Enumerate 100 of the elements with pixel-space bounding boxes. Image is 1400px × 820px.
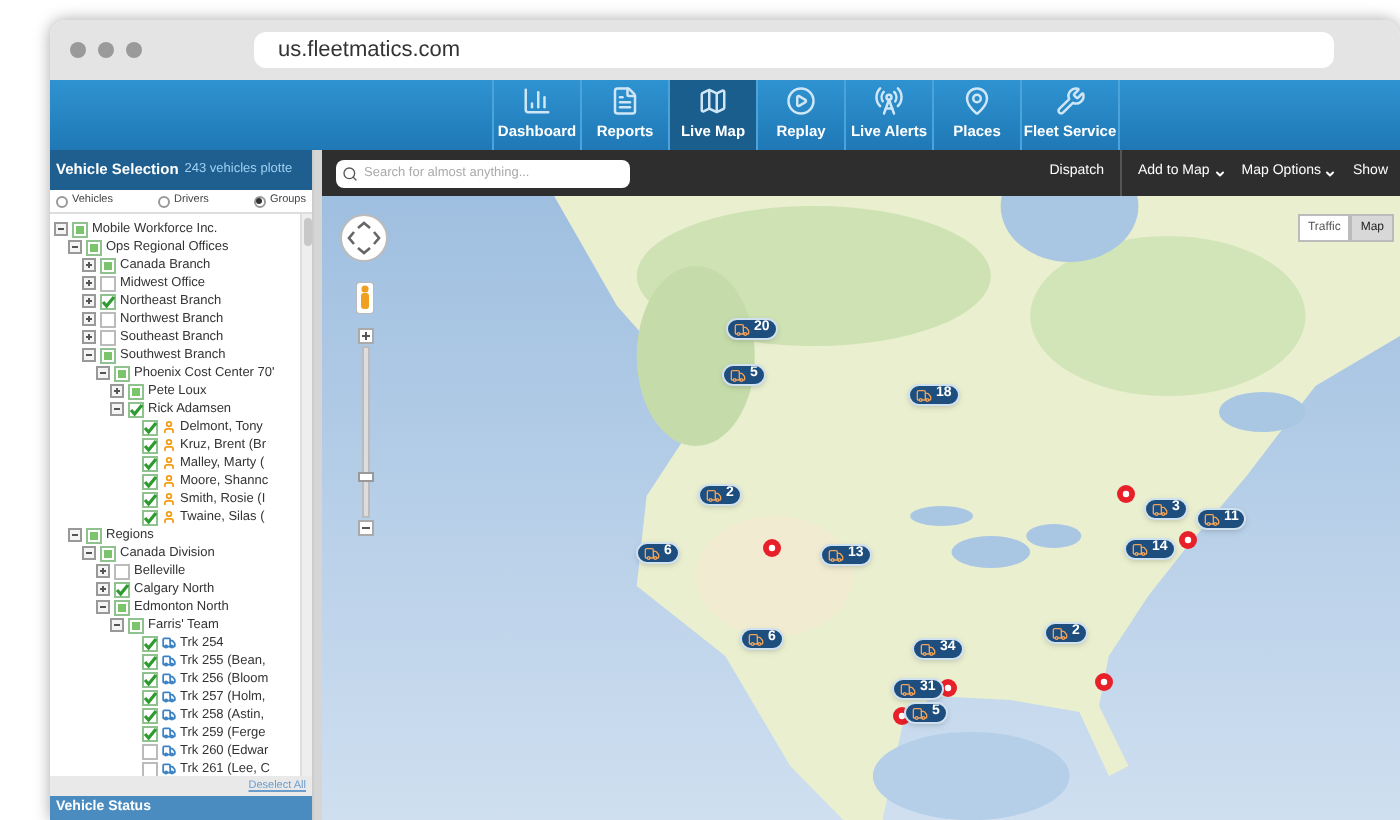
expand-toggle[interactable] <box>96 366 110 380</box>
truck-icon <box>162 672 176 686</box>
checkbox[interactable] <box>100 329 116 345</box>
scrollbar[interactable] <box>300 214 312 776</box>
expand-toggle[interactable] <box>68 240 82 254</box>
person-icon <box>162 438 176 452</box>
truck-icon <box>920 641 936 657</box>
checkbox[interactable] <box>114 581 130 597</box>
truck-icon <box>1204 511 1220 527</box>
wrench-icon <box>1055 86 1085 117</box>
expand-toggle[interactable] <box>110 384 124 398</box>
checkbox[interactable] <box>128 617 144 633</box>
truck-icon <box>1132 541 1148 557</box>
expand-toggle[interactable] <box>82 312 96 326</box>
zoom-slider[interactable] <box>362 346 370 518</box>
checkbox[interactable] <box>86 239 102 255</box>
checkbox[interactable] <box>142 635 158 651</box>
person-icon <box>162 420 176 434</box>
zoom-in-button[interactable] <box>358 328 374 344</box>
expand-toggle[interactable] <box>96 564 110 578</box>
location-marker[interactable] <box>762 538 782 558</box>
expand-toggle[interactable] <box>82 546 96 560</box>
checkbox[interactable] <box>142 455 158 471</box>
expand-toggle[interactable] <box>82 294 96 308</box>
slider-thumb[interactable] <box>358 472 374 483</box>
caret-icon <box>1213 167 1226 179</box>
truck-icon <box>162 726 176 740</box>
checkbox[interactable] <box>100 545 116 561</box>
checkbox[interactable] <box>114 365 130 381</box>
truck-icon <box>162 762 176 776</box>
checkbox[interactable] <box>142 653 158 669</box>
checkbox[interactable] <box>142 509 158 525</box>
checkbox[interactable] <box>72 221 88 237</box>
checkbox[interactable] <box>142 689 158 705</box>
chart-icon <box>522 86 552 117</box>
checkbox[interactable] <box>142 725 158 741</box>
expand-toggle[interactable] <box>96 582 110 596</box>
checkbox[interactable] <box>142 437 158 453</box>
checkbox[interactable] <box>100 293 116 309</box>
radio-button[interactable] <box>253 195 266 207</box>
person-icon <box>162 492 176 506</box>
map-icon <box>698 86 728 117</box>
checkbox[interactable] <box>86 527 102 543</box>
person-icon <box>162 474 176 488</box>
location-marker[interactable] <box>1178 530 1198 550</box>
caret-icon <box>1324 167 1337 179</box>
truck-icon <box>1152 501 1168 517</box>
truck-icon <box>1052 625 1068 641</box>
truck-icon <box>734 321 750 337</box>
checkbox[interactable] <box>100 257 116 273</box>
checkbox[interactable] <box>142 419 158 435</box>
truck-icon <box>706 487 722 503</box>
pan-control[interactable] <box>340 214 388 262</box>
expand-toggle[interactable] <box>68 528 82 542</box>
checkbox[interactable] <box>128 383 144 399</box>
truck-icon <box>162 636 176 650</box>
checkbox[interactable] <box>142 491 158 507</box>
document-icon <box>610 86 640 117</box>
truck-icon <box>162 708 176 722</box>
radio-button[interactable] <box>56 195 68 207</box>
person-icon <box>162 456 176 470</box>
expand-toggle[interactable] <box>82 258 96 272</box>
expand-toggle[interactable] <box>82 348 96 362</box>
location-marker[interactable] <box>1094 672 1114 692</box>
truck-icon <box>162 654 176 668</box>
truck-icon <box>748 631 764 647</box>
zoom-out-button[interactable] <box>358 520 374 536</box>
checkbox[interactable] <box>142 473 158 489</box>
truck-icon <box>162 744 176 758</box>
expand-toggle[interactable] <box>110 402 124 416</box>
checkbox[interactable] <box>142 707 158 723</box>
address-bar[interactable]: us.fleetmatics.com <box>254 32 1334 68</box>
search-icon <box>342 165 358 181</box>
truck-icon <box>730 367 746 383</box>
truck-icon <box>644 545 660 561</box>
checkbox[interactable] <box>142 743 158 759</box>
expand-toggle[interactable] <box>82 276 96 290</box>
person-icon[interactable] <box>356 282 374 314</box>
truck-icon <box>912 705 928 721</box>
broadcast-icon <box>874 86 904 117</box>
expand-toggle[interactable] <box>82 330 96 344</box>
checkbox[interactable] <box>128 401 144 417</box>
checkbox[interactable] <box>114 563 130 579</box>
truck-icon <box>828 547 844 563</box>
expand-toggle[interactable] <box>54 222 68 236</box>
checkbox[interactable] <box>100 347 116 363</box>
checkbox[interactable] <box>100 275 116 291</box>
truck-icon <box>162 690 176 704</box>
play-icon <box>786 86 816 117</box>
truck-icon <box>916 387 932 403</box>
person-icon <box>162 510 176 524</box>
truck-icon <box>900 681 916 697</box>
radio-button[interactable] <box>158 195 171 207</box>
location-marker[interactable] <box>1116 484 1136 504</box>
expand-toggle[interactable] <box>110 618 124 632</box>
map-pin-icon <box>962 86 992 117</box>
checkbox[interactable] <box>100 311 116 327</box>
expand-toggle[interactable] <box>96 600 110 614</box>
checkbox[interactable] <box>114 599 130 615</box>
checkbox[interactable] <box>142 671 158 687</box>
